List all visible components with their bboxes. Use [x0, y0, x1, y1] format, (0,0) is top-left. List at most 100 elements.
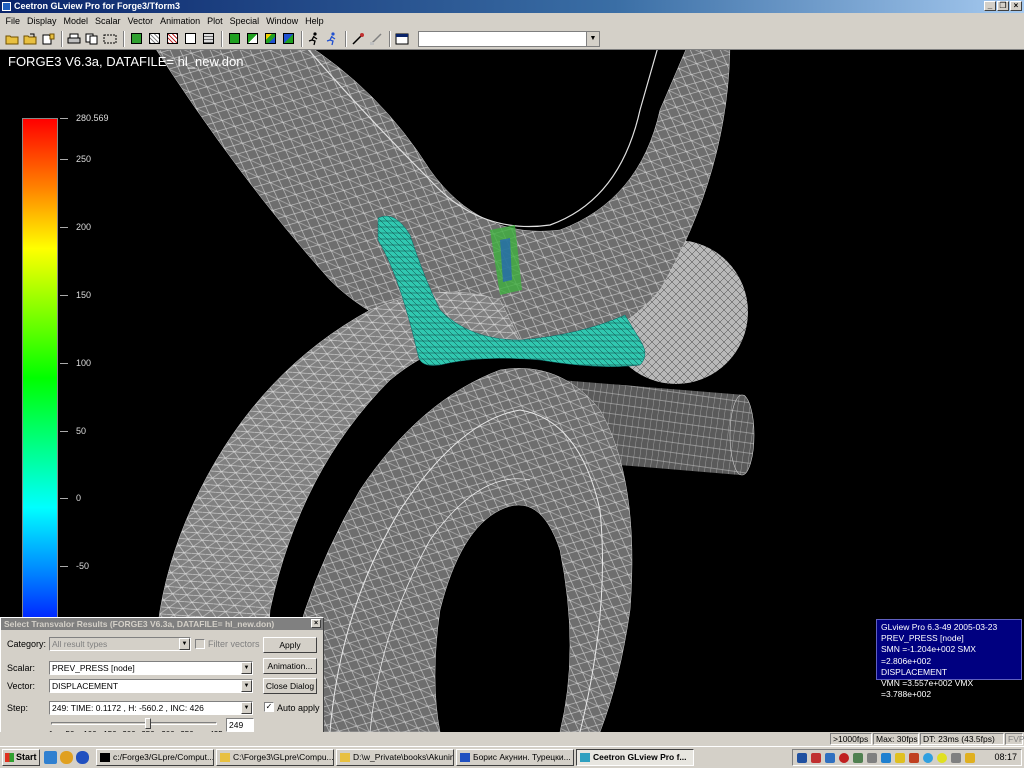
taskbar: Start c:/Forge3/GLpre/Comput... C:\Forge… — [0, 746, 1024, 768]
probe-icon[interactable] — [350, 31, 366, 47]
dialog-title: Select Transvalor Results (FORGE3 V6.3a,… — [1, 618, 323, 630]
tray-app-icon[interactable] — [923, 753, 933, 763]
tray-app-icon[interactable] — [881, 753, 891, 763]
info-panel: GLview Pro 6.3-49 2005-03-23 PREV_PRESS … — [876, 619, 1022, 699]
tray-app-icon[interactable] — [937, 753, 947, 763]
tray-app-icon[interactable] — [839, 753, 849, 763]
status-bar: >1000fps Max: 30fps DT: 23ms (43.5fps) F… — [0, 732, 1024, 746]
menu-plot[interactable]: Plot — [204, 16, 227, 26]
tray-app-icon[interactable] — [825, 753, 835, 763]
legend-tick: 50 — [76, 426, 87, 436]
menu-special[interactable]: Special — [226, 16, 263, 26]
run-icon[interactable] — [306, 31, 322, 47]
color-legend-bar — [22, 118, 58, 638]
blue-cube-icon[interactable] — [280, 31, 296, 47]
menu-model[interactable]: Model — [60, 16, 92, 26]
task-button-books[interactable]: D:\w_Private\books\Akunin — [336, 749, 454, 766]
green-cube-icon[interactable] — [226, 31, 242, 47]
color-cube-icon[interactable] — [262, 31, 278, 47]
animation-button[interactable]: Animation... — [263, 658, 317, 674]
tray-app-icon[interactable] — [853, 753, 863, 763]
select-results-dialog: Select Transvalor Results (FORGE3 V6.3a,… — [0, 617, 324, 744]
tray-app-icon[interactable] — [965, 753, 975, 763]
application-window: Ceetron GLview Pro for Forge3/Tform3 _ ❐… — [0, 0, 1024, 768]
task-button-document[interactable]: Борис Акунин. Турецки... — [456, 749, 574, 766]
dialog-close-icon[interactable]: × — [311, 619, 321, 628]
copy-icon[interactable] — [84, 31, 100, 47]
frame-icon[interactable] — [102, 31, 118, 47]
category-select[interactable]: All result types ▼ — [49, 637, 191, 651]
scalar-label: Scalar: — [7, 663, 36, 673]
step-number-input[interactable]: 249 — [226, 718, 254, 732]
info-scalar: PREV_PRESS [node] — [881, 633, 964, 644]
info-vector-range: VMN =3.557e+002 VMX =3.788e+002 — [881, 678, 974, 700]
close-button[interactable]: × — [1010, 1, 1022, 11]
menu-bar: File Display Model Scalar Vector Animati… — [0, 13, 1024, 28]
menu-display[interactable]: Display — [24, 16, 61, 26]
filter-vectors-checkbox[interactable] — [195, 639, 205, 649]
apply-button[interactable]: Apply — [263, 637, 317, 653]
legend-tick: -50 — [76, 561, 90, 571]
menu-help[interactable]: Help — [302, 16, 328, 26]
browser-icon[interactable] — [60, 751, 73, 764]
menu-file[interactable]: File — [2, 16, 24, 26]
toolbar: ▼ — [0, 28, 1024, 50]
open-file-icon[interactable] — [22, 31, 38, 47]
tray-app-icon[interactable] — [797, 753, 807, 763]
system-tray: 08:17 — [792, 749, 1022, 766]
vector-select[interactable]: DISPLACEMENT ▼ — [49, 679, 253, 693]
step-slider-track[interactable] — [51, 722, 217, 725]
legend-tick: 100 — [76, 358, 92, 368]
windows-logo-icon — [5, 753, 14, 762]
task-button-glview[interactable]: Ceetron GLview Pro f... — [576, 749, 694, 766]
shaded-cube-icon[interactable] — [128, 31, 144, 47]
step-select[interactable]: 249: TIME: 0.1172 , H: -560.2 , INC: 426… — [49, 701, 253, 715]
tray-app-icon[interactable] — [909, 753, 919, 763]
outline-cube-icon[interactable] — [182, 31, 198, 47]
legend-tick: 250 — [76, 154, 92, 164]
legend-tick: 0 — [76, 493, 82, 503]
hidden-line-cube-icon[interactable] — [164, 31, 180, 47]
green-mesh-cube-icon[interactable] — [244, 31, 260, 47]
open-folder-icon[interactable] — [4, 31, 20, 47]
info-vector: DISPLACEMENT — [881, 666, 948, 677]
step-label: Step: — [7, 703, 29, 713]
explorer-icon[interactable] — [76, 751, 89, 764]
status-dt: DT: 23ms (43.5fps) — [920, 733, 1004, 745]
status-max-fps: Max: 30fps — [873, 733, 919, 745]
minimize-button[interactable]: _ — [984, 1, 996, 11]
task-button-console[interactable]: c:/Forge3/GLpre/Comput... — [96, 749, 214, 766]
wire-cube-icon[interactable] — [146, 31, 162, 47]
run-animation-icon[interactable] — [324, 31, 340, 47]
filter-vectors-label: Filter vectors — [208, 639, 260, 649]
close-dialog-button[interactable]: Close Dialog — [263, 678, 317, 694]
task-button-folder[interactable]: C:\Forge3\GLpre\Compu... — [216, 749, 334, 766]
tray-app-icon[interactable] — [867, 753, 877, 763]
window-title: Ceetron GLview Pro for Forge3/Tform3 — [14, 1, 181, 11]
info-version: GLview Pro 6.3-49 2005-03-23 — [881, 622, 998, 632]
measure-icon[interactable] — [368, 31, 384, 47]
save-icon[interactable] — [40, 31, 56, 47]
tray-app-icon[interactable] — [811, 753, 821, 763]
menu-window[interactable]: Window — [263, 16, 302, 26]
info-scalar-range: SMN =-1.204e+002 SMX =2.806e+002 — [881, 644, 976, 666]
status-fps: >1000fps — [830, 733, 872, 745]
start-button[interactable]: Start — [2, 749, 40, 766]
speaker-icon[interactable] — [951, 753, 961, 763]
desktop-icon[interactable] — [44, 751, 57, 764]
print-icon[interactable] — [66, 31, 82, 47]
window-icon[interactable] — [394, 31, 410, 47]
auto-apply-label: Auto apply — [277, 703, 320, 713]
maximize-button[interactable]: ❐ — [997, 1, 1009, 11]
auto-apply-checkbox[interactable]: ✓ — [264, 702, 274, 712]
legend-tick: 150 — [76, 290, 92, 300]
status-mode: FVP — [1005, 733, 1024, 745]
menu-scalar[interactable]: Scalar — [92, 16, 125, 26]
menu-vector[interactable]: Vector — [124, 16, 157, 26]
toolbar-combo[interactable]: ▼ — [418, 30, 600, 47]
step-slider-thumb[interactable] — [145, 718, 151, 729]
tray-app-icon[interactable] — [895, 753, 905, 763]
mesh-cube-icon[interactable] — [200, 31, 216, 47]
menu-animation[interactable]: Animation — [157, 16, 204, 26]
scalar-select[interactable]: PREV_PRESS [node] ▼ — [49, 661, 253, 675]
